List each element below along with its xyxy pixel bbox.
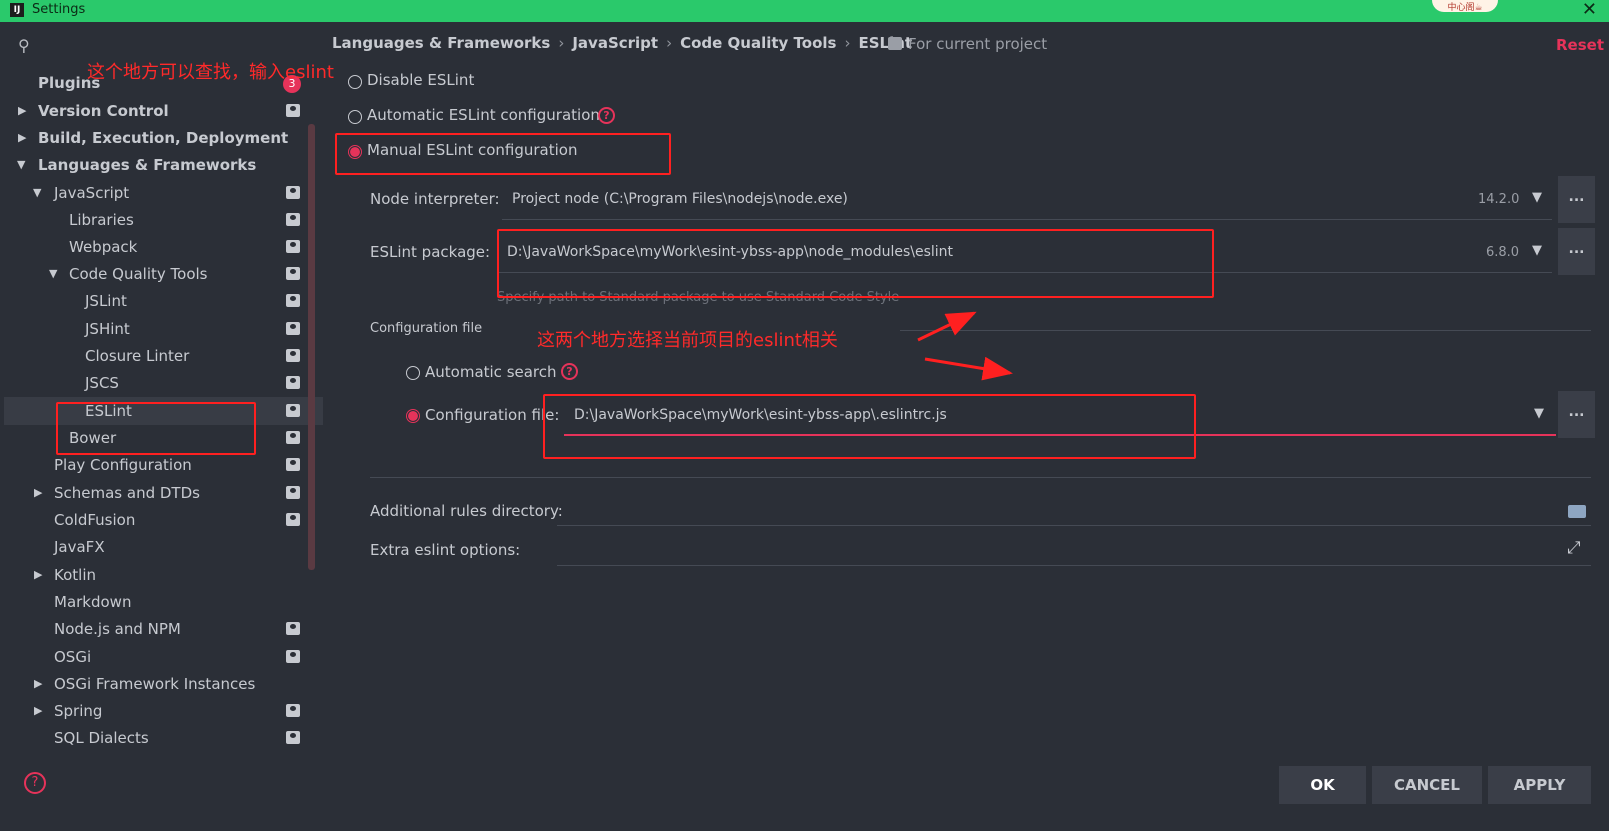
annotation-arrow (924, 356, 1013, 381)
annotation-arrow (917, 311, 977, 342)
annotation-arrows (917, 311, 1013, 381)
